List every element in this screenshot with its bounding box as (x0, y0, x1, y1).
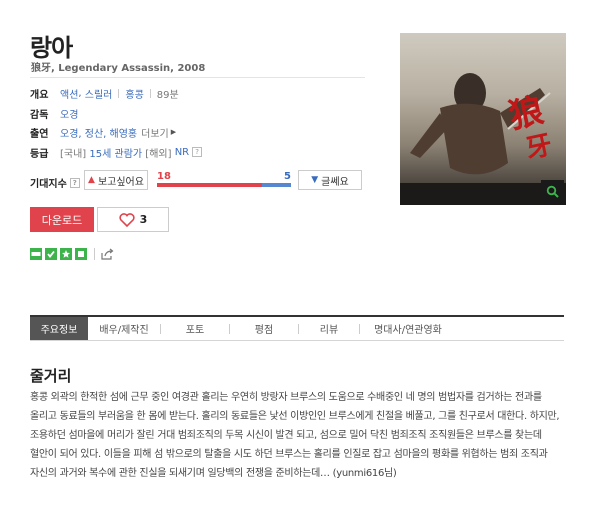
like-count: 3 (139, 213, 148, 226)
tab-rating[interactable]: 평점 (230, 317, 298, 340)
help-icon[interactable]: ? (192, 147, 203, 157)
meh-count: 5 (284, 171, 291, 182)
heart-icon (119, 212, 135, 227)
search-icon (546, 185, 559, 198)
rating-label: 등급 (30, 148, 49, 160)
want-to-see-button[interactable]: ▲ 보고싶어요 (84, 170, 148, 190)
divider (94, 248, 95, 260)
expectation-bar (157, 183, 291, 187)
overview-row: 개요 액션, 스릴러 홍콩 89분 (30, 86, 179, 101)
domestic-rating-link[interactable]: 15세 관람가 (89, 145, 142, 160)
zoom-button[interactable] (541, 180, 564, 203)
synopsis-title: 줄거리 (30, 367, 72, 385)
expectation-label: 기대지수? (30, 175, 80, 190)
more-cast-link[interactable]: 더보기 (141, 125, 169, 140)
separator (149, 88, 151, 98)
runtime: 89분 (156, 89, 179, 101)
want-bar-fill (157, 183, 262, 187)
thumbs-up-icon: ▲ (88, 175, 95, 185)
square-icon[interactable] (75, 248, 87, 260)
expectation-label-text: 기대지수 (30, 179, 67, 190)
dvd-icon[interactable] (30, 248, 42, 260)
synopsis-text: 홍콩 외곽의 한적한 섬에 근무 중인 여경관 홀리는 우연히 방랑자 브루스의… (30, 392, 560, 479)
overview-label: 개요 (30, 89, 49, 101)
not-sure-label: 글쎄요 (321, 176, 349, 188)
chevron-right-icon: ▶ (170, 128, 177, 136)
tab-main-info[interactable]: 주요정보 (30, 317, 88, 340)
divider (30, 77, 365, 78)
country-link[interactable]: 홍콩 (125, 86, 143, 101)
genre-action-link[interactable]: 액션 (60, 86, 78, 101)
like-button[interactable]: 3 (97, 207, 169, 232)
cast-links[interactable]: 오경, 정산, 해영홍 (60, 125, 137, 140)
director-link[interactable]: 오경 (60, 106, 78, 121)
tab-cast-crew[interactable]: 배우/제작진 (88, 317, 160, 340)
svg-text:牙: 牙 (523, 130, 555, 165)
director-label: 감독 (30, 109, 49, 121)
share-icon[interactable] (101, 248, 114, 260)
check-icon[interactable] (45, 248, 57, 260)
badge-row (30, 248, 114, 260)
want-count: 18 (157, 171, 171, 182)
tab-bar: 주요정보 배우/제작진 포토 평점 리뷰 명대사/연관영화 (30, 315, 564, 341)
cast-row: 출연 오경, 정산, 해영홍 더보기 ▶ (30, 124, 176, 140)
page-title: 랑아 (30, 34, 73, 62)
overseas-tag: [해외] (145, 148, 172, 160)
thumbs-down-icon: ▼ (311, 175, 319, 185)
tab-photo[interactable]: 포토 (161, 317, 229, 340)
domestic-tag: [국내] (60, 148, 87, 160)
genre-thriller-link[interactable]: 스릴러 (85, 86, 113, 101)
star-icon[interactable] (60, 248, 72, 260)
want-to-see-label: 보고싶어요 (97, 176, 144, 188)
download-button[interactable]: 다운로드 (30, 207, 94, 232)
movie-subtitle: 狼牙, Legendary Assassin, 2008 (31, 63, 206, 74)
overseas-rating-link[interactable]: NR (175, 147, 189, 158)
rating-row: 등급 [국내] 15세 관람가 [해외] NR? (30, 144, 203, 160)
tab-review[interactable]: 리뷰 (299, 317, 359, 340)
director-row: 감독 오경 (30, 105, 78, 121)
not-sure-button[interactable]: ▼ 글쎄요 (298, 170, 362, 190)
help-icon[interactable]: ? (69, 177, 80, 188)
tab-quotes-related[interactable]: 명대사/연관영화 (360, 317, 456, 340)
meh-bar-fill (261, 183, 291, 187)
cast-label: 출연 (30, 128, 49, 140)
separator (118, 88, 120, 98)
